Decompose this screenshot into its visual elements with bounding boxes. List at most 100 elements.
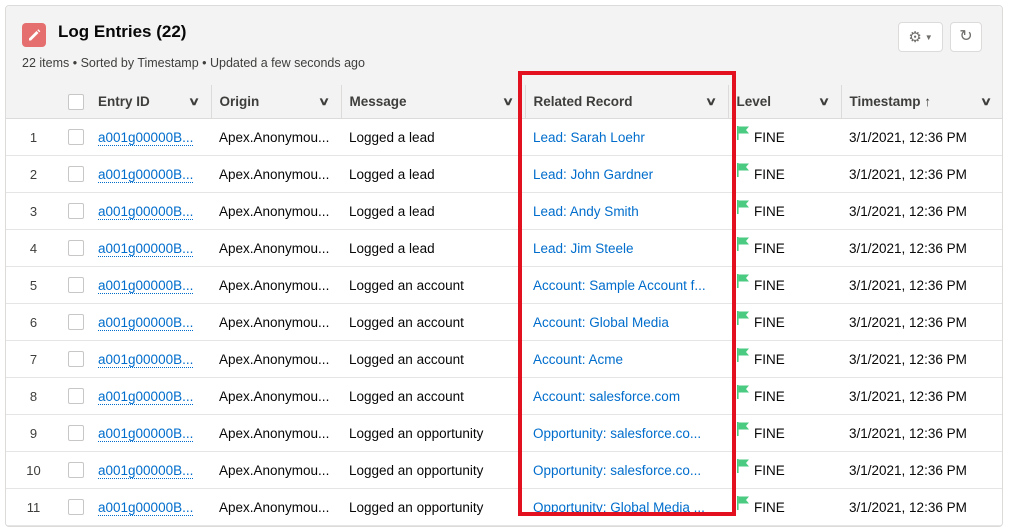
level-cell: FINE [728, 340, 841, 378]
column-header-level[interactable]: Level ∨ [728, 85, 842, 119]
level-cell: FINE [728, 266, 841, 304]
origin-cell: Apex.Anonymou... [211, 155, 341, 193]
related-record-cell: Lead: John Gardner [525, 155, 728, 193]
entry-id-link[interactable]: a001g00000B... [98, 277, 194, 294]
select-all-checkbox[interactable] [67, 93, 84, 110]
entry-id-link[interactable]: a001g00000B... [98, 314, 194, 331]
row-checkbox[interactable] [67, 240, 84, 257]
level-cell: FINE [728, 192, 841, 230]
row-checkbox[interactable] [67, 203, 84, 220]
level-label: FINE [754, 166, 785, 182]
row-checkbox[interactable] [67, 462, 84, 479]
row-number: 11 [6, 488, 61, 526]
level-cell: FINE [728, 155, 841, 193]
related-record-link[interactable]: Account: Global Media [533, 315, 669, 330]
table-row[interactable]: 4 a001g00000B... Apex.Anonymou... Logged… [6, 229, 1002, 267]
related-record-cell: Opportunity: salesforce.co... [525, 451, 728, 489]
entry-id-cell: a001g00000B... [90, 229, 211, 267]
message-cell: Logged an opportunity [341, 488, 525, 526]
row-select-cell [61, 340, 90, 378]
origin-cell: Apex.Anonymou... [211, 377, 341, 415]
timestamp-cell: 3/1/2021, 12:36 PM [841, 414, 1002, 452]
column-label: Level [736, 94, 772, 109]
related-record-link[interactable]: Lead: Jim Steele [533, 241, 634, 256]
related-record-link[interactable]: Opportunity: salesforce.co... [533, 463, 701, 478]
row-checkbox[interactable] [67, 425, 84, 442]
row-number: 8 [6, 377, 61, 415]
entry-id-cell: a001g00000B... [90, 266, 211, 304]
entry-id-link[interactable]: a001g00000B... [98, 462, 194, 479]
related-record-cell: Lead: Jim Steele [525, 229, 728, 267]
related-record-link[interactable]: Account: salesforce.com [533, 389, 680, 404]
chevron-down-icon[interactable]: ∨ [980, 95, 992, 108]
table-row[interactable]: 7 a001g00000B... Apex.Anonymou... Logged… [6, 340, 1002, 378]
origin-cell: Apex.Anonymou... [211, 488, 341, 526]
table-row[interactable]: 8 a001g00000B... Apex.Anonymou... Logged… [6, 377, 1002, 415]
table-row[interactable]: 3 a001g00000B... Apex.Anonymou... Logged… [6, 192, 1002, 230]
entry-id-link[interactable]: a001g00000B... [98, 129, 194, 146]
flag-icon [737, 274, 749, 288]
row-checkbox[interactable] [67, 166, 84, 183]
chevron-down-icon[interactable]: ∨ [705, 95, 717, 108]
select-all-header [61, 85, 90, 119]
level-label: FINE [754, 203, 785, 219]
timestamp-cell: 3/1/2021, 12:36 PM [841, 192, 1002, 230]
refresh-button[interactable]: ↻ [950, 22, 982, 52]
column-header-origin[interactable]: Origin ∨ [211, 85, 342, 119]
row-checkbox[interactable] [67, 351, 84, 368]
related-record-link[interactable]: Account: Acme [533, 352, 623, 367]
row-select-cell [61, 488, 90, 526]
row-checkbox[interactable] [67, 277, 84, 294]
log-entries-table: Entry ID ∨ Origin ∨ Message ∨ Related Recor… [6, 85, 1002, 526]
chevron-down-icon[interactable]: ∨ [818, 95, 830, 108]
related-record-link[interactable]: Opportunity: salesforce.co... [533, 426, 701, 441]
timestamp-cell: 3/1/2021, 12:36 PM [841, 155, 1002, 193]
chevron-down-icon[interactable]: ∨ [318, 95, 330, 108]
column-header-related-record[interactable]: Related Record ∨ [525, 85, 729, 119]
table-row[interactable]: 11 a001g00000B... Apex.Anonymou... Logge… [6, 488, 1002, 526]
row-select-cell [61, 229, 90, 267]
entry-id-cell: a001g00000B... [90, 192, 211, 230]
message-cell: Logged an account [341, 303, 525, 341]
related-record-link[interactable]: Opportunity: Global Media ... [533, 500, 705, 515]
message-cell: Logged a lead [341, 229, 525, 267]
table-row[interactable]: 10 a001g00000B... Apex.Anonymou... Logge… [6, 451, 1002, 489]
table-row[interactable]: 6 a001g00000B... Apex.Anonymou... Logged… [6, 303, 1002, 341]
related-record-link[interactable]: Lead: Sarah Loehr [533, 130, 645, 145]
row-checkbox[interactable] [67, 314, 84, 331]
flag-icon [737, 311, 749, 325]
level-label: FINE [754, 462, 785, 478]
flag-icon [737, 126, 749, 140]
related-record-cell: Account: Global Media [525, 303, 728, 341]
entry-id-link[interactable]: a001g00000B... [98, 388, 194, 405]
column-header-timestamp[interactable]: Timestamp ↑ ∨ [841, 85, 1002, 119]
chevron-down-icon[interactable]: ∨ [502, 95, 514, 108]
entry-id-link[interactable]: a001g00000B... [98, 240, 194, 257]
column-header-entry-id[interactable]: Entry ID ∨ [90, 85, 212, 119]
row-select-cell [61, 414, 90, 452]
row-checkbox[interactable] [67, 388, 84, 405]
entry-id-link[interactable]: a001g00000B... [98, 425, 194, 442]
entry-id-cell: a001g00000B... [90, 488, 211, 526]
entry-id-link[interactable]: a001g00000B... [98, 203, 194, 220]
page-title[interactable]: Log Entries (22) [58, 22, 186, 42]
table-row[interactable]: 1 a001g00000B... Apex.Anonymou... Logged… [6, 118, 1002, 156]
entry-id-link[interactable]: a001g00000B... [98, 351, 194, 368]
related-record-link[interactable]: Account: Sample Account f... [533, 278, 706, 293]
row-checkbox[interactable] [67, 129, 84, 146]
entry-id-link[interactable]: a001g00000B... [98, 499, 194, 516]
table-row[interactable]: 9 a001g00000B... Apex.Anonymou... Logged… [6, 414, 1002, 452]
column-header-message[interactable]: Message ∨ [341, 85, 526, 119]
entry-id-link[interactable]: a001g00000B... [98, 166, 194, 183]
table-row[interactable]: 2 a001g00000B... Apex.Anonymou... Logged… [6, 155, 1002, 193]
related-record-link[interactable]: Lead: John Gardner [533, 167, 653, 182]
origin-cell: Apex.Anonymou... [211, 340, 341, 378]
flag-icon [737, 163, 749, 177]
list-settings-button[interactable]: ⚙ ▼ [898, 22, 943, 52]
row-checkbox[interactable] [67, 499, 84, 516]
related-record-link[interactable]: Lead: Andy Smith [533, 204, 639, 219]
row-select-cell [61, 192, 90, 230]
chevron-down-icon[interactable]: ∨ [188, 95, 200, 108]
column-label: Related Record [533, 94, 633, 109]
table-row[interactable]: 5 a001g00000B... Apex.Anonymou... Logged… [6, 266, 1002, 304]
